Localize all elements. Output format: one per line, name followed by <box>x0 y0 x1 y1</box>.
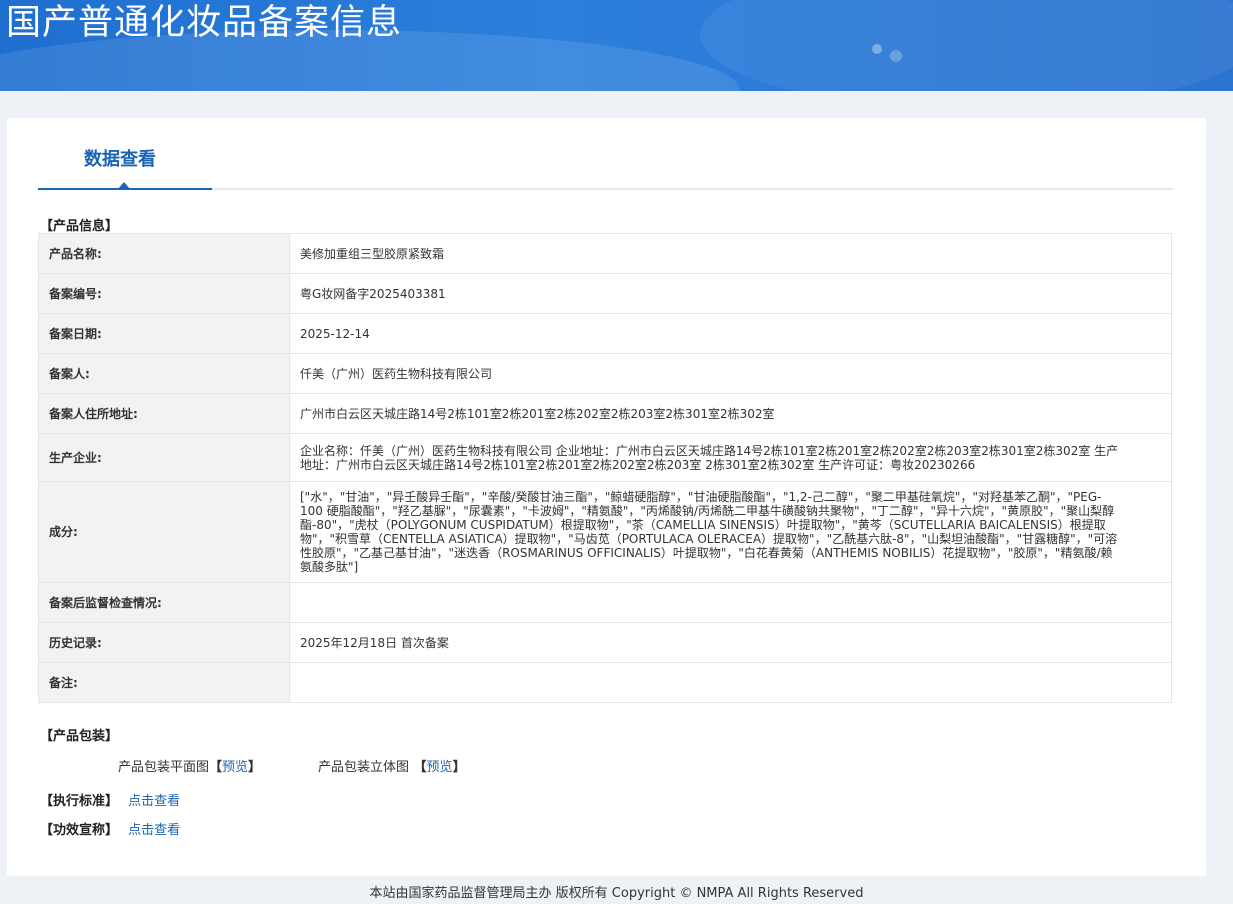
page-title: 国产普通化妆品备案信息 <box>6 3 403 43</box>
bracket: 【 <box>409 760 427 775</box>
table-row: 历史记录: 2025年12月18日 首次备案 <box>38 622 1172 663</box>
table-row: 备案编号: 粤G妆网备字2025403381 <box>38 273 1172 314</box>
packaging-flat-label: 产品包装平面图 <box>118 760 210 775</box>
table-row: 备案后监督检查情况: <box>38 582 1172 623</box>
table-row: 生产企业: 企业名称：仟美（广州）医药生物科技有限公司 企业地址：广州市白云区天… <box>38 433 1172 482</box>
page-header: 国产普通化妆品备案信息 <box>0 0 1233 91</box>
product-info-heading: 【产品信息】 <box>40 219 119 234</box>
standard-view-link[interactable]: 点击查看 <box>128 794 180 809</box>
packaging-flat-item: 产品包装平面图【预览】 <box>118 756 261 775</box>
header-decoration <box>700 0 1233 91</box>
field-label: 备注: <box>38 662 290 703</box>
field-label: 产品名称: <box>38 233 290 274</box>
efficacy-view-link[interactable]: 点击查看 <box>128 823 180 838</box>
field-label: 备案人住所地址: <box>38 393 290 434</box>
field-value: 广州市白云区天城庄路14号2栋101室2栋201室2栋202室2栋203室2栋3… <box>289 393 1172 434</box>
packaging-flat-preview-link[interactable]: 预览 <box>222 760 248 775</box>
field-label: 备案后监督检查情况: <box>38 582 290 623</box>
tab-indicator-caret <box>118 182 130 189</box>
field-value: 粤G妆网备字2025403381 <box>289 273 1172 314</box>
standard-row: 【执行标准】 点击查看 <box>40 790 180 809</box>
table-row: 产品名称: 美修加重组三型胶原紧致霜 <box>38 233 1172 274</box>
packaging-heading: 【产品包装】 <box>40 729 119 744</box>
table-row: 备案日期: 2025-12-14 <box>38 313 1172 354</box>
tab-label: 数据查看 <box>84 149 156 170</box>
efficacy-row: 【功效宣称】 点击查看 <box>40 819 180 838</box>
field-value: 仟美（广州）医药生物科技有限公司 <box>289 353 1172 394</box>
table-row: 备案人住所地址: 广州市白云区天城庄路14号2栋101室2栋201室2栋202室… <box>38 393 1172 434</box>
bracket: 】 <box>452 760 466 775</box>
field-label: 历史记录: <box>38 622 290 663</box>
table-row: 备案人: 仟美（广州）医药生物科技有限公司 <box>38 353 1172 394</box>
bracket: 【 <box>209 760 223 775</box>
field-value: ["水"，"甘油"，"异壬酸异壬酯"，"辛酸/癸酸甘油三酯"，"鲸蜡硬脂醇"，"… <box>289 481 1172 583</box>
header-decoration <box>872 44 882 54</box>
field-label: 备案编号: <box>38 273 290 314</box>
field-value: 企业名称：仟美（广州）医药生物科技有限公司 企业地址：广州市白云区天城庄路14号… <box>289 433 1172 482</box>
field-label: 备案人: <box>38 353 290 394</box>
field-value <box>289 582 1172 623</box>
tab-data-view[interactable]: 数据查看 <box>38 118 212 190</box>
field-value: 2025年12月18日 首次备案 <box>289 622 1172 663</box>
field-label: 生产企业: <box>38 433 290 482</box>
table-row: 备注: <box>38 662 1172 703</box>
field-value: 2025-12-14 <box>289 313 1172 354</box>
packaging-solid-label: 产品包装立体图 <box>318 760 410 775</box>
field-label: 备案日期: <box>38 313 290 354</box>
field-value: 美修加重组三型胶原紧致霜 <box>289 233 1172 274</box>
content-panel: 数据查看 【产品信息】 产品名称: 美修加重组三型胶原紧致霜 备案编号: 粤G妆… <box>7 118 1206 876</box>
packaging-solid-preview-link[interactable]: 预览 <box>427 760 453 775</box>
standard-label: 【执行标准】 <box>40 794 119 809</box>
table-row: 成分: ["水"，"甘油"，"异壬酸异壬酯"，"辛酸/癸酸甘油三酯"，"鲸蜡硬脂… <box>38 481 1172 583</box>
header-decoration <box>890 50 902 62</box>
packaging-solid-item: 产品包装立体图 【预览】 <box>318 756 466 775</box>
page-footer: 本站由国家药品监督管理局主办 版权所有 Copyright © NMPA All… <box>369 886 864 901</box>
bracket: 】 <box>248 760 262 775</box>
field-label: 成分: <box>38 481 290 583</box>
efficacy-label: 【功效宣称】 <box>40 823 119 838</box>
product-info-table: 产品名称: 美修加重组三型胶原紧致霜 备案编号: 粤G妆网备字202540338… <box>38 233 1172 703</box>
tab-bar: 数据查看 <box>38 118 1173 190</box>
field-value <box>289 662 1172 703</box>
